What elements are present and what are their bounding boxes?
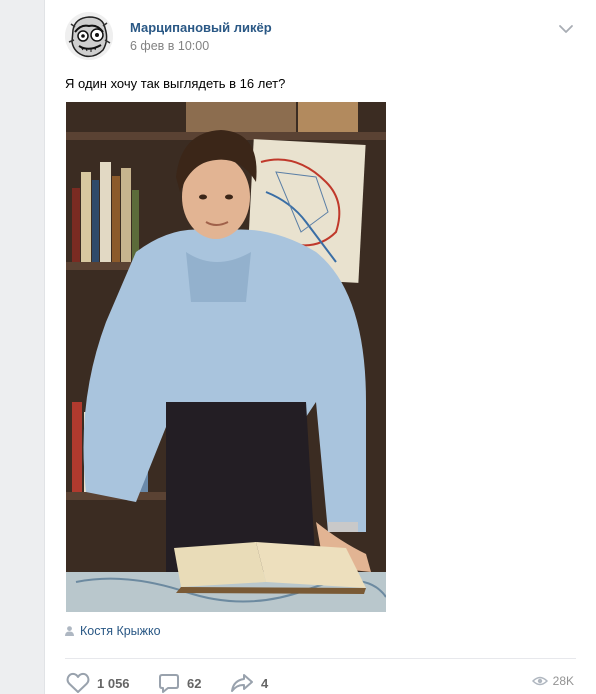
share-arrow-icon [231, 674, 253, 692]
author-name-link[interactable]: Марципановый ликёр [130, 20, 272, 35]
comment-icon [159, 674, 179, 693]
views-counter: 28K [531, 674, 574, 688]
post-text: Я один хочу так выглядеть в 16 лет? [65, 76, 286, 91]
post-card: Марципановый ликёр 6 фев в 10:00 Я один … [44, 0, 596, 694]
user-icon [65, 626, 74, 636]
chevron-down-icon[interactable] [558, 22, 574, 36]
avatar-face-image [65, 12, 113, 60]
heart-icon [66, 672, 90, 693]
signer-name: Костя Крыжко [80, 624, 161, 638]
views-count: 28K [552, 674, 574, 688]
eye-icon [531, 676, 548, 686]
likes-count: 1 056 [97, 675, 130, 691]
share-button[interactable]: 4 [230, 672, 268, 694]
actions-divider [65, 658, 576, 659]
comments-count: 62 [187, 675, 202, 691]
shares-count: 4 [261, 675, 269, 691]
post-signer[interactable]: Костя Крыжко [65, 624, 161, 638]
community-avatar[interactable] [65, 12, 113, 60]
comment-button[interactable]: 62 [158, 672, 201, 694]
post-photo[interactable] [66, 102, 386, 612]
like-button[interactable]: 1 056 [66, 672, 130, 694]
post-date[interactable]: 6 фев в 10:00 [130, 39, 209, 53]
